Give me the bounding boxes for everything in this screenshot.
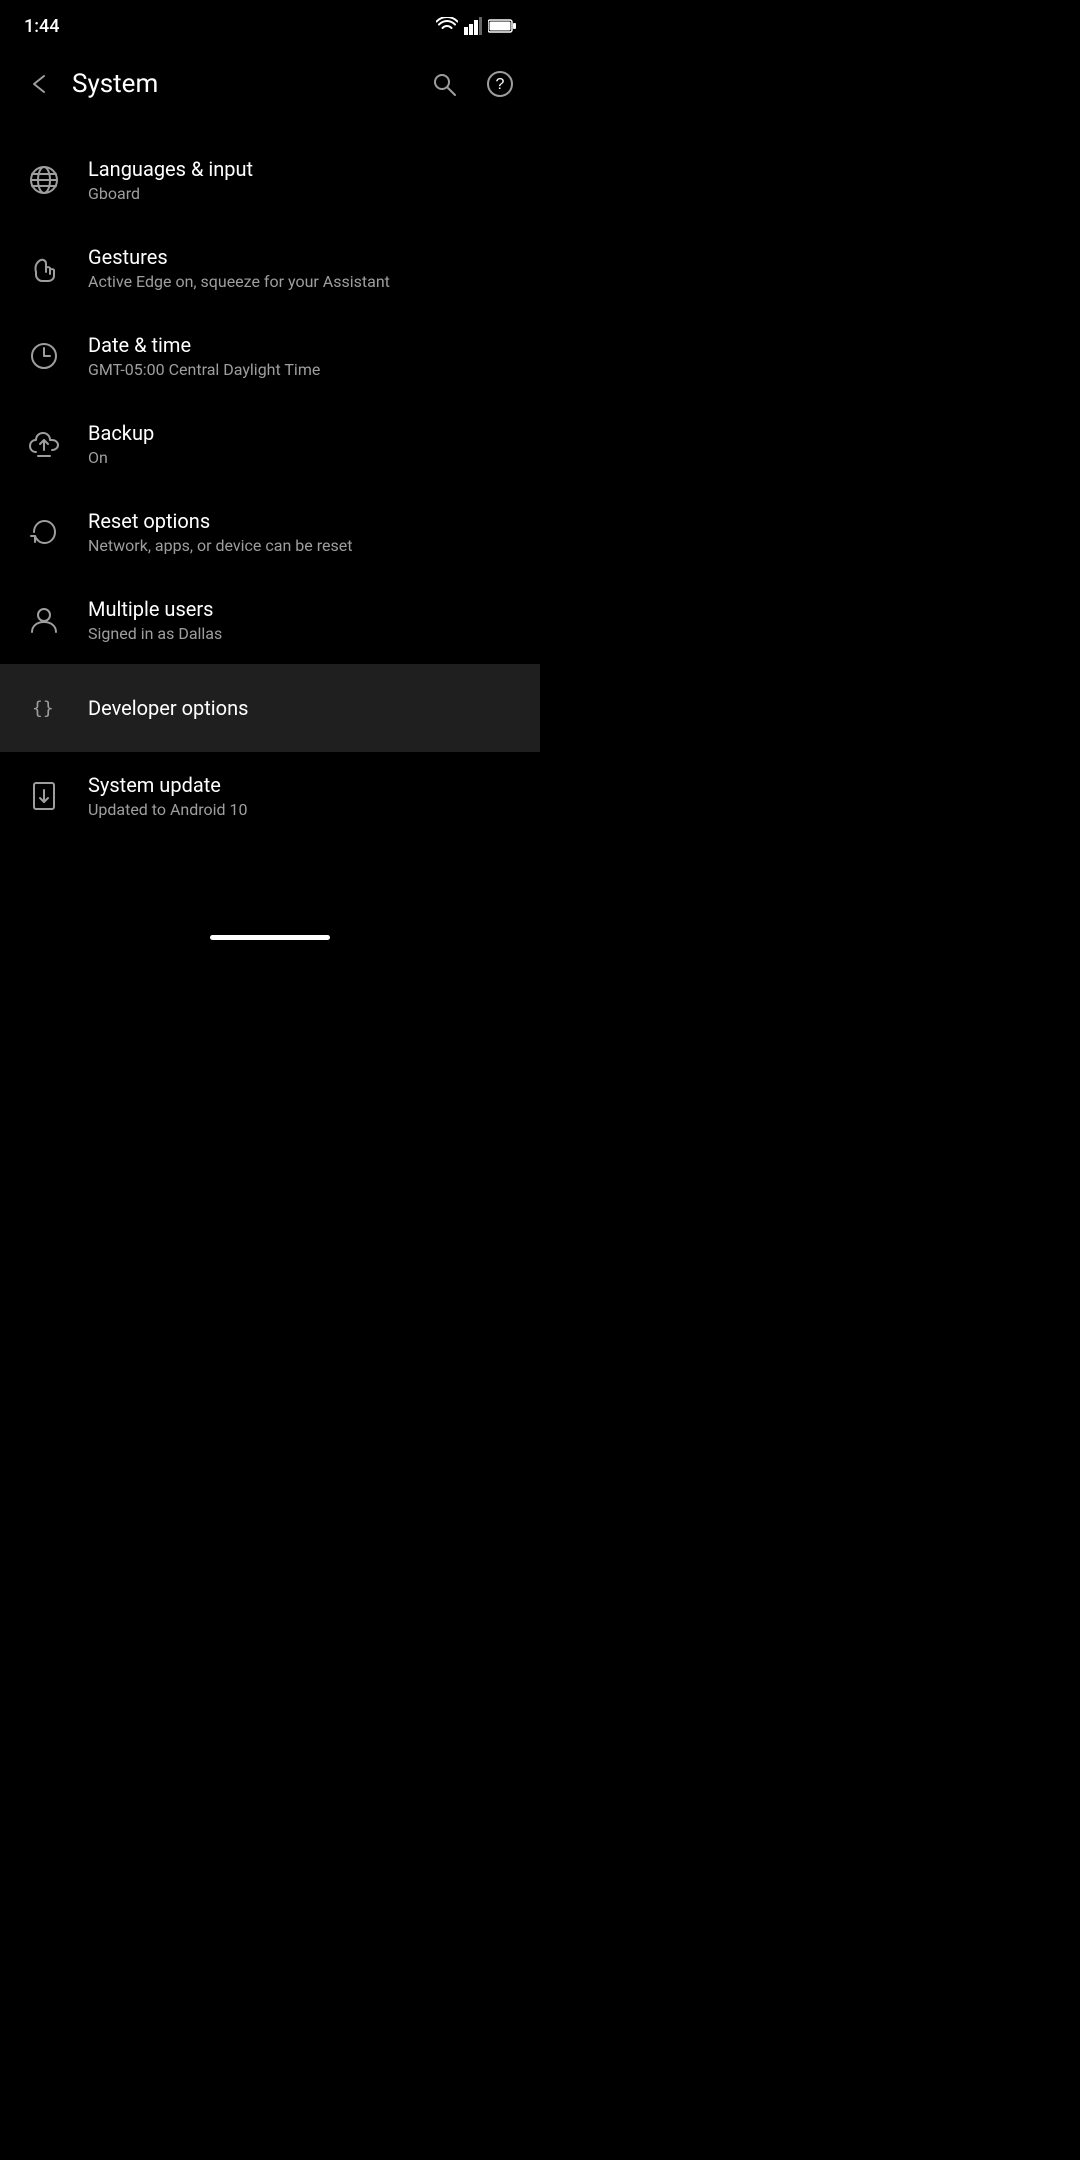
menu-item-reset[interactable]: Reset options Network, apps, or device c… (0, 488, 540, 576)
nav-indicator (210, 935, 330, 940)
users-title: Multiple users (88, 596, 524, 622)
menu-item-datetime[interactable]: Date & time GMT-05:00 Central Daylight T… (0, 312, 540, 400)
globe-icon (16, 152, 72, 208)
search-button[interactable] (420, 60, 468, 108)
users-subtitle: Signed in as Dallas (88, 624, 524, 645)
page-title: System (72, 69, 420, 99)
languages-subtitle: Gboard (88, 184, 524, 205)
reset-subtitle: Network, apps, or device can be reset (88, 536, 524, 557)
svg-text:{}: {} (32, 698, 54, 719)
gestures-title: Gestures (88, 244, 524, 270)
update-icon (16, 768, 72, 824)
clock-icon (16, 328, 72, 384)
reset-title: Reset options (88, 508, 524, 534)
languages-title: Languages & input (88, 156, 524, 182)
gesture-icon (16, 240, 72, 296)
menu-item-update[interactable]: System update Updated to Android 10 (0, 752, 540, 840)
help-button[interactable]: ? (476, 60, 524, 108)
backup-content: Backup On (88, 420, 524, 469)
developer-title: Developer options (88, 695, 524, 721)
menu-item-gestures[interactable]: Gestures Active Edge on, squeeze for you… (0, 224, 540, 312)
menu-item-users[interactable]: Multiple users Signed in as Dallas (0, 576, 540, 664)
menu-item-languages[interactable]: Languages & input Gboard (0, 136, 540, 224)
menu-item-developer[interactable]: {} Developer options (0, 664, 540, 752)
backup-subtitle: On (88, 448, 524, 469)
update-subtitle: Updated to Android 10 (88, 800, 524, 821)
datetime-subtitle: GMT-05:00 Central Daylight Time (88, 360, 524, 381)
reset-content: Reset options Network, apps, or device c… (88, 508, 524, 557)
status-icons (436, 17, 516, 35)
users-content: Multiple users Signed in as Dallas (88, 596, 524, 645)
toolbar: System ? (0, 48, 540, 120)
gestures-subtitle: Active Edge on, squeeze for your Assista… (88, 272, 524, 293)
reset-icon (16, 504, 72, 560)
status-bar: 1:44 (0, 0, 540, 48)
svg-text:?: ? (496, 76, 505, 93)
menu-list: Languages & input Gboard Gestures Active… (0, 136, 540, 840)
toolbar-actions: ? (420, 60, 524, 108)
status-time: 1:44 (24, 16, 59, 37)
developer-content: Developer options (88, 695, 524, 721)
backup-title: Backup (88, 420, 524, 446)
battery-icon (488, 18, 516, 34)
languages-content: Languages & input Gboard (88, 156, 524, 205)
code-icon: {} (16, 680, 72, 736)
wifi-icon (436, 17, 458, 35)
menu-item-backup[interactable]: Backup On (0, 400, 540, 488)
gestures-content: Gestures Active Edge on, squeeze for you… (88, 244, 524, 293)
datetime-content: Date & time GMT-05:00 Central Daylight T… (88, 332, 524, 381)
datetime-title: Date & time (88, 332, 524, 358)
backup-icon (16, 416, 72, 472)
back-button[interactable] (16, 60, 64, 108)
update-title: System update (88, 772, 524, 798)
update-content: System update Updated to Android 10 (88, 772, 524, 821)
signal-icon (464, 17, 482, 35)
user-icon (16, 592, 72, 648)
